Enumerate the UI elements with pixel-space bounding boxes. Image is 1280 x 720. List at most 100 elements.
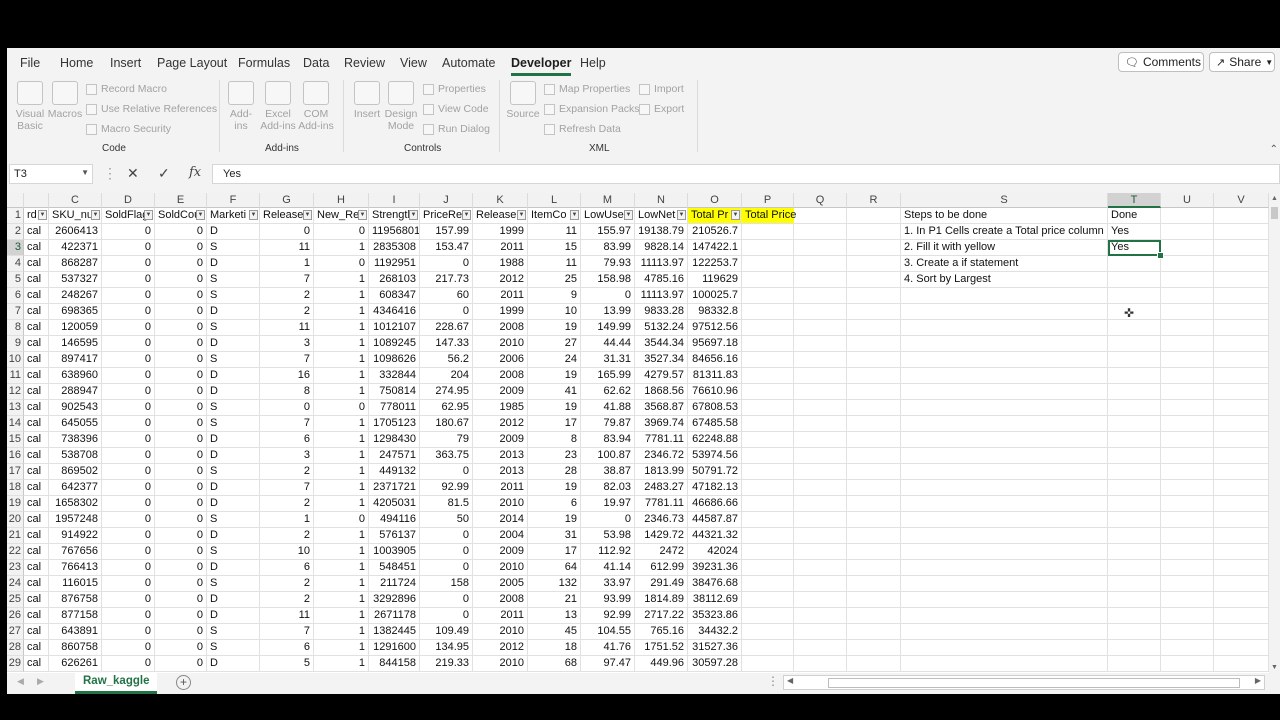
cell[interactable] xyxy=(742,400,794,416)
table-cell[interactable]: 112.92 xyxy=(581,544,635,560)
cell[interactable] xyxy=(1161,608,1214,624)
tab-file[interactable]: File xyxy=(20,56,40,70)
cell[interactable] xyxy=(901,528,1108,544)
table-cell[interactable]: 2005 xyxy=(473,576,528,592)
cell[interactable] xyxy=(1214,256,1269,272)
table-cell[interactable]: 0 xyxy=(102,224,155,240)
column-header[interactable]: O xyxy=(688,193,742,208)
table-cell[interactable]: 1 xyxy=(260,256,314,272)
cell[interactable] xyxy=(1161,208,1214,224)
table-cell[interactable]: 2012 xyxy=(473,416,528,432)
table-cell[interactable]: 92.99 xyxy=(420,480,473,496)
cell[interactable] xyxy=(1214,544,1269,560)
cell[interactable] xyxy=(847,640,901,656)
table-cell[interactable]: 902543 xyxy=(49,400,102,416)
table-cell[interactable]: 2010 xyxy=(473,336,528,352)
table-cell[interactable]: 27 xyxy=(528,336,581,352)
table-cell[interactable]: 0 xyxy=(420,608,473,624)
table-cell[interactable]: 16 xyxy=(260,368,314,384)
table-cell[interactable]: 38.87 xyxy=(581,464,635,480)
table-cell[interactable]: 19 xyxy=(528,320,581,336)
table-cell[interactable]: 31527.36 xyxy=(688,640,742,656)
table-cell[interactable]: 914922 xyxy=(49,528,102,544)
filter-dropdown-icon[interactable]: ▼ xyxy=(731,210,740,220)
table-cell[interactable]: 1705123 xyxy=(369,416,420,432)
column-header[interactable]: I xyxy=(369,193,420,208)
table-cell[interactable]: 10 xyxy=(260,544,314,560)
table-cell[interactable]: 76610.96 xyxy=(688,384,742,400)
column-header[interactable]: V xyxy=(1214,193,1269,208)
cell[interactable] xyxy=(1214,208,1269,224)
cell[interactable] xyxy=(1161,320,1214,336)
table-cell[interactable]: 0 xyxy=(102,288,155,304)
table-cell[interactable]: 2346.72 xyxy=(635,448,688,464)
table-cell[interactable]: 79.93 xyxy=(581,256,635,272)
table-cell[interactable]: 291.49 xyxy=(635,576,688,592)
cell[interactable] xyxy=(1161,544,1214,560)
table-cell[interactable]: 0 xyxy=(155,400,207,416)
cell[interactable] xyxy=(1108,368,1161,384)
cell[interactable] xyxy=(847,656,901,672)
table-cell[interactable]: 1 xyxy=(314,240,369,256)
table-cell[interactable]: 422371 xyxy=(49,240,102,256)
table-cell[interactable]: 95697.18 xyxy=(688,336,742,352)
table-cell[interactable]: 62248.88 xyxy=(688,432,742,448)
table-cell[interactable]: 11956801 xyxy=(369,224,420,240)
cell[interactable] xyxy=(847,576,901,592)
table-cell[interactable]: 11 xyxy=(260,320,314,336)
table-cell[interactable]: 0 xyxy=(155,544,207,560)
column-header[interactable]: S xyxy=(901,193,1108,208)
table-cell[interactable]: 81.5 xyxy=(420,496,473,512)
table-cell[interactable]: 21 xyxy=(528,592,581,608)
cell[interactable] xyxy=(1108,304,1161,320)
table-cell[interactable]: 1957248 xyxy=(49,512,102,528)
table-cell[interactable]: 28 xyxy=(528,464,581,480)
cell[interactable] xyxy=(847,480,901,496)
column-header[interactable]: N xyxy=(635,193,688,208)
row-header[interactable]: 12 xyxy=(7,384,24,400)
prev-sheet-icon[interactable]: ◀ xyxy=(17,676,24,687)
table-cell[interactable]: 158 xyxy=(420,576,473,592)
table-cell[interactable]: 0 xyxy=(420,560,473,576)
table-cell[interactable]: S xyxy=(207,400,260,416)
cell[interactable] xyxy=(901,368,1108,384)
table-cell[interactable]: 180.67 xyxy=(420,416,473,432)
table-cell[interactable]: 18 xyxy=(528,640,581,656)
cell[interactable] xyxy=(901,320,1108,336)
cell[interactable] xyxy=(1161,336,1214,352)
table-cell[interactable]: 638960 xyxy=(49,368,102,384)
cell[interactable] xyxy=(847,608,901,624)
cell[interactable] xyxy=(794,416,847,432)
table-cell[interactable]: 750814 xyxy=(369,384,420,400)
table-cell[interactable]: 0 xyxy=(314,400,369,416)
table-cell[interactable]: 2008 xyxy=(473,368,528,384)
table-cell[interactable]: 0 xyxy=(155,416,207,432)
column-header[interactable]: M xyxy=(581,193,635,208)
table-cell[interactable]: S xyxy=(207,576,260,592)
table-cell[interactable]: S xyxy=(207,272,260,288)
table-cell[interactable]: 23 xyxy=(528,448,581,464)
table-cell[interactable]: 1 xyxy=(314,288,369,304)
row-header[interactable]: 24 xyxy=(7,576,24,592)
table-cell[interactable]: 2346.73 xyxy=(635,512,688,528)
cell[interactable] xyxy=(1214,336,1269,352)
cell[interactable] xyxy=(794,256,847,272)
row-header[interactable]: 21 xyxy=(7,528,24,544)
table-cell[interactable]: 7 xyxy=(260,480,314,496)
share-button[interactable]: ↗ Share ▼ xyxy=(1209,52,1275,72)
cell[interactable] xyxy=(847,464,901,480)
table-cell[interactable]: 1 xyxy=(314,544,369,560)
table-cell[interactable]: 1999 xyxy=(473,224,528,240)
table-cell[interactable]: 0 xyxy=(155,592,207,608)
tab-page-layout[interactable]: Page Layout xyxy=(157,56,227,70)
scroll-right-icon[interactable]: ▶ xyxy=(1255,676,1261,685)
filter-dropdown-icon[interactable]: ▼ xyxy=(38,210,47,220)
table-cell[interactable]: 332844 xyxy=(369,368,420,384)
table-cell[interactable]: 64 xyxy=(528,560,581,576)
table-cell[interactable]: 0 xyxy=(314,256,369,272)
view-code-button[interactable]: View Code xyxy=(423,103,489,115)
table-cell[interactable]: 1 xyxy=(314,496,369,512)
table-cell[interactable]: 0 xyxy=(155,640,207,656)
cell[interactable] xyxy=(1108,272,1161,288)
table-cell[interactable]: 120059 xyxy=(49,320,102,336)
